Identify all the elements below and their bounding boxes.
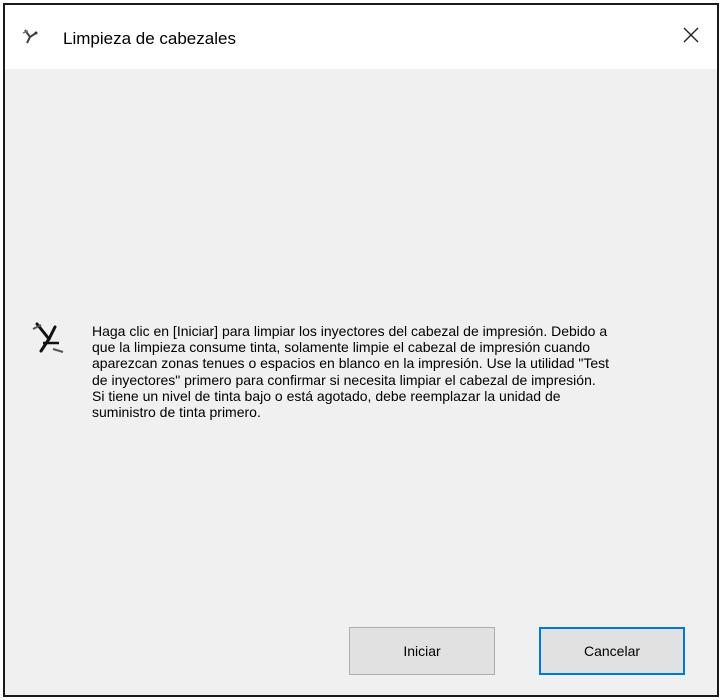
close-button[interactable]	[665, 5, 717, 69]
head-cleaning-dialog: Limpieza de cabezales Haga clic en [Inic…	[3, 3, 719, 697]
start-button[interactable]: Iniciar	[349, 627, 495, 675]
close-icon	[682, 26, 700, 49]
instruction-text: Haga clic en [Iniciar] para limpiar los …	[92, 323, 610, 421]
window-title: Limpieza de cabezales	[63, 29, 236, 48]
title-bar: Limpieza de cabezales	[5, 5, 717, 69]
print-head-cleaning-icon	[31, 319, 67, 355]
print-head-cleaning-icon	[21, 27, 41, 47]
cancel-button[interactable]: Cancelar	[539, 627, 685, 675]
